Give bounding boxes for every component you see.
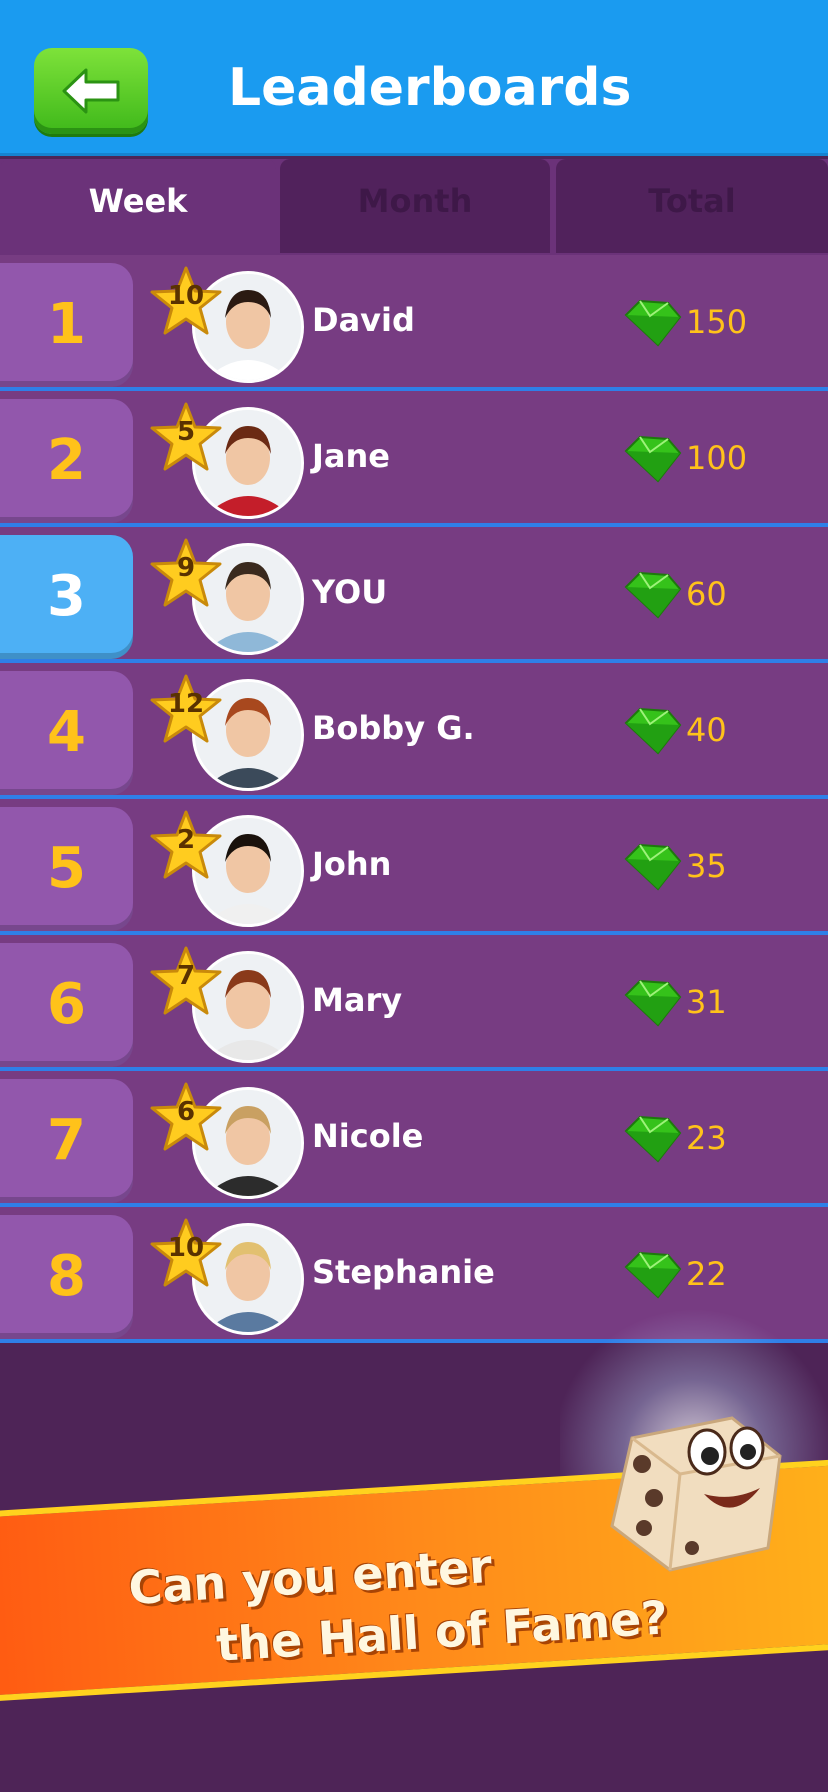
leaderboard-row[interactable]: 7 6 Nicole 23	[0, 1071, 828, 1207]
gem-score: 31	[686, 983, 727, 1021]
rank-badge: 7	[0, 1079, 133, 1203]
page-title: Leaderboards	[228, 58, 632, 118]
rank-badge: 3	[0, 535, 133, 659]
green-gem-icon	[624, 435, 682, 483]
rank-badge: 2	[0, 399, 133, 523]
level-number: 10	[167, 1233, 205, 1263]
level-number: 5	[176, 417, 196, 447]
player-name: Nicole	[312, 1117, 424, 1155]
rank-badge: 1	[0, 263, 133, 387]
rank-badge: 6	[0, 943, 133, 1067]
leaderboard-row[interactable]: 3 9 YOU 60	[0, 527, 828, 663]
rank-badge: 8	[0, 1215, 133, 1339]
level-number: 7	[176, 961, 196, 991]
green-gem-icon	[624, 299, 682, 347]
green-gem-icon	[624, 979, 682, 1027]
level-number: 2	[176, 825, 196, 855]
green-gem-icon	[624, 1115, 682, 1163]
player-name: Jane	[312, 437, 390, 475]
top-bar: Leaderboards	[0, 0, 828, 156]
player-name: John	[312, 845, 392, 883]
gem-score: 35	[686, 847, 727, 885]
level-number: 10	[167, 281, 205, 311]
level-number: 12	[167, 689, 205, 719]
gem-score: 22	[686, 1255, 727, 1293]
level-number: 9	[176, 553, 196, 583]
gem-score: 40	[686, 711, 727, 749]
leaderboard-row[interactable]: 5 2 John 35	[0, 799, 828, 935]
leaderboard-row[interactable]: 6 7 Mary 31	[0, 935, 828, 1071]
leaderboard-row[interactable]: 1 10 David 150	[0, 255, 828, 391]
player-name: Bobby G.	[312, 709, 475, 747]
back-button[interactable]	[34, 48, 148, 134]
green-gem-icon	[624, 1251, 682, 1299]
leaderboard-row[interactable]: 4 12 Bobby G. 40	[0, 663, 828, 799]
gem-score: 100	[686, 439, 748, 477]
green-gem-icon	[624, 843, 682, 891]
player-name: Stephanie	[312, 1253, 495, 1291]
level-number: 6	[176, 1097, 196, 1127]
green-gem-icon	[624, 707, 682, 755]
green-gem-icon	[624, 571, 682, 619]
tab-month[interactable]: Month	[280, 159, 550, 253]
tab-total[interactable]: Total	[556, 159, 828, 253]
period-tabs: Week Month Total	[0, 159, 828, 255]
gem-score: 150	[686, 303, 748, 341]
arrow-left-icon	[62, 68, 120, 114]
leaderboard-row[interactable]: 2 5 Jane 100	[0, 391, 828, 527]
gem-score: 23	[686, 1119, 727, 1157]
player-name: Mary	[312, 981, 403, 1019]
rank-badge: 4	[0, 671, 133, 795]
gem-score: 60	[686, 575, 727, 613]
dice-mascot-icon	[610, 1416, 782, 1572]
rank-badge: 5	[0, 807, 133, 931]
tab-week[interactable]: Week	[0, 159, 276, 253]
player-name: YOU	[312, 573, 388, 611]
player-name: David	[312, 301, 415, 339]
